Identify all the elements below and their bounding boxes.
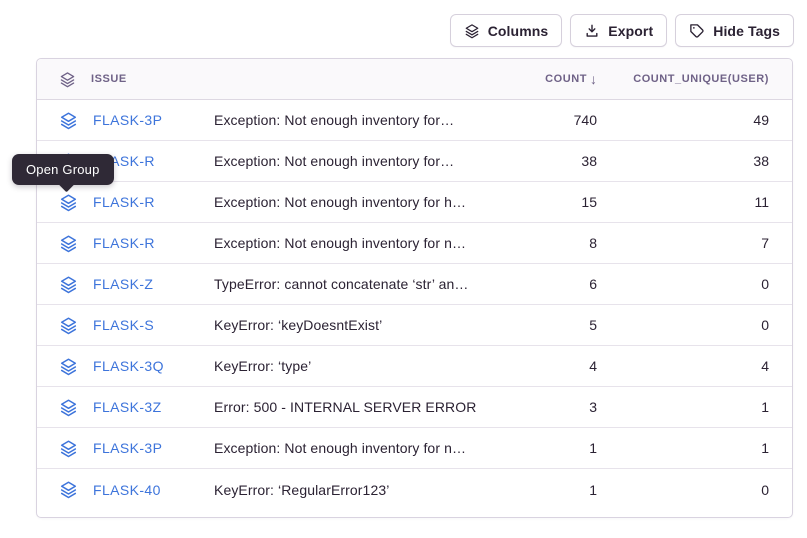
table-row: FLASK-3Z Error: 500 - INTERNAL SERVER ER… xyxy=(37,387,792,428)
tooltip-label: Open Group xyxy=(26,162,100,177)
table-row: FLASK-Z TypeError: cannot concatenate ‘s… xyxy=(37,264,792,305)
issue-link[interactable]: FLASK-R xyxy=(93,235,155,251)
layers-icon xyxy=(464,23,480,39)
open-group-layers-icon[interactable] xyxy=(59,193,78,212)
count-cell: 740 xyxy=(487,112,597,128)
issue-title-cell: Exception: Not enough inventory for… xyxy=(214,112,487,128)
count-unique-column-header[interactable]: COUNT_UNIQUE(USER) xyxy=(597,73,769,85)
results-table: ISSUE COUNT ↓ COUNT_UNIQUE(USER) FLASK-3… xyxy=(36,58,793,518)
table-row: FLASK-3P Exception: Not enough inventory… xyxy=(37,100,792,141)
open-group-layers-icon[interactable] xyxy=(59,111,78,130)
issue-link[interactable]: FLASK-S xyxy=(93,317,154,333)
issue-title-cell: Exception: Not enough inventory for… xyxy=(214,153,487,169)
count-unique-cell: 11 xyxy=(597,194,769,210)
count-cell: 1 xyxy=(487,440,597,456)
open-group-layers-icon[interactable] xyxy=(59,357,78,376)
count-unique-column-label: COUNT_UNIQUE(USER) xyxy=(633,73,769,85)
table-row: FLASK-R Exception: Not enough inventory … xyxy=(37,141,792,182)
open-group-layers-icon[interactable] xyxy=(59,398,78,417)
export-button-label: Export xyxy=(608,23,653,39)
table-row: FLASK-S KeyError: ‘keyDoesntExist’ 5 0 xyxy=(37,305,792,346)
columns-button-label: Columns xyxy=(488,23,549,39)
issue-cell: FLASK-3Q xyxy=(59,357,214,376)
count-unique-cell: 0 xyxy=(597,482,769,498)
open-group-layers-icon[interactable] xyxy=(59,316,78,335)
issue-title-cell: Error: 500 - INTERNAL SERVER ERROR xyxy=(214,399,487,415)
issue-cell: FLASK-Z xyxy=(59,275,214,294)
count-column-label: COUNT xyxy=(545,73,587,85)
count-cell: 4 xyxy=(487,358,597,374)
tag-icon xyxy=(689,23,705,39)
hide-tags-button[interactable]: Hide Tags xyxy=(675,14,794,47)
count-unique-cell: 49 xyxy=(597,112,769,128)
issue-cell: FLASK-S xyxy=(59,316,214,335)
open-group-layers-icon[interactable] xyxy=(59,439,78,458)
hide-tags-button-label: Hide Tags xyxy=(713,23,780,39)
issue-title-cell: Exception: Not enough inventory for n… xyxy=(214,440,487,456)
count-cell: 5 xyxy=(487,317,597,333)
table-header-row: ISSUE COUNT ↓ COUNT_UNIQUE(USER) xyxy=(37,59,792,100)
count-unique-cell: 1 xyxy=(597,440,769,456)
issue-link[interactable]: FLASK-3P xyxy=(93,112,162,128)
count-cell: 8 xyxy=(487,235,597,251)
open-group-layers-icon[interactable] xyxy=(59,480,78,499)
issue-title-cell: KeyError: ‘type’ xyxy=(214,358,487,374)
export-button[interactable]: Export xyxy=(570,14,667,47)
count-column-header[interactable]: COUNT ↓ xyxy=(487,71,597,87)
count-cell: 1 xyxy=(487,482,597,498)
count-unique-cell: 0 xyxy=(597,317,769,333)
issue-title-cell: Exception: Not enough inventory for n… xyxy=(214,235,487,251)
issue-link[interactable]: FLASK-3P xyxy=(93,440,162,456)
issue-cell: FLASK-3P xyxy=(59,111,214,130)
sort-desc-icon: ↓ xyxy=(590,71,597,87)
issue-cell: FLASK-3P xyxy=(59,439,214,458)
table-row: FLASK-R Exception: Not enough inventory … xyxy=(37,223,792,264)
count-unique-cell: 4 xyxy=(597,358,769,374)
table-row: FLASK-3Q KeyError: ‘type’ 4 4 xyxy=(37,346,792,387)
open-group-layers-icon[interactable] xyxy=(59,234,78,253)
issue-link[interactable]: FLASK-40 xyxy=(93,482,161,498)
count-unique-cell: 7 xyxy=(597,235,769,251)
table-row: FLASK-R Exception: Not enough inventory … xyxy=(37,182,792,223)
columns-button[interactable]: Columns xyxy=(450,14,563,47)
count-cell: 38 xyxy=(487,153,597,169)
table-row: FLASK-3P Exception: Not enough inventory… xyxy=(37,428,792,469)
issue-cell: FLASK-R xyxy=(59,234,214,253)
issue-title-cell: KeyError: ‘RegularError123’ xyxy=(214,482,487,498)
issue-link[interactable]: FLASK-3Q xyxy=(93,358,164,374)
count-cell: 15 xyxy=(487,194,597,210)
count-unique-cell: 0 xyxy=(597,276,769,292)
issue-title-cell: Exception: Not enough inventory for h… xyxy=(214,194,487,210)
layers-icon xyxy=(59,71,76,88)
issue-cell: FLASK-R xyxy=(59,193,214,212)
issue-column-label: ISSUE xyxy=(91,73,127,85)
issue-link[interactable]: FLASK-Z xyxy=(93,276,153,292)
issue-title-cell: KeyError: ‘keyDoesntExist’ xyxy=(214,317,487,333)
count-cell: 6 xyxy=(487,276,597,292)
issue-cell: FLASK-3Z xyxy=(59,398,214,417)
table-body: FLASK-3P Exception: Not enough inventory… xyxy=(37,100,792,510)
count-unique-cell: 38 xyxy=(597,153,769,169)
download-icon xyxy=(584,23,600,39)
count-unique-cell: 1 xyxy=(597,399,769,415)
issue-cell: FLASK-40 xyxy=(59,480,214,499)
issue-link[interactable]: FLASK-R xyxy=(93,194,155,210)
open-group-tooltip: Open Group xyxy=(12,154,114,185)
issue-link[interactable]: FLASK-3Z xyxy=(93,399,162,415)
issue-title-cell: TypeError: cannot concatenate ‘str’ an… xyxy=(214,276,487,292)
toolbar: Columns Export Hide Tags xyxy=(450,14,794,47)
open-group-layers-icon[interactable] xyxy=(59,275,78,294)
count-cell: 3 xyxy=(487,399,597,415)
table-row: FLASK-40 KeyError: ‘RegularError123’ 1 0 xyxy=(37,469,792,510)
issue-column-header[interactable]: ISSUE xyxy=(59,71,214,88)
